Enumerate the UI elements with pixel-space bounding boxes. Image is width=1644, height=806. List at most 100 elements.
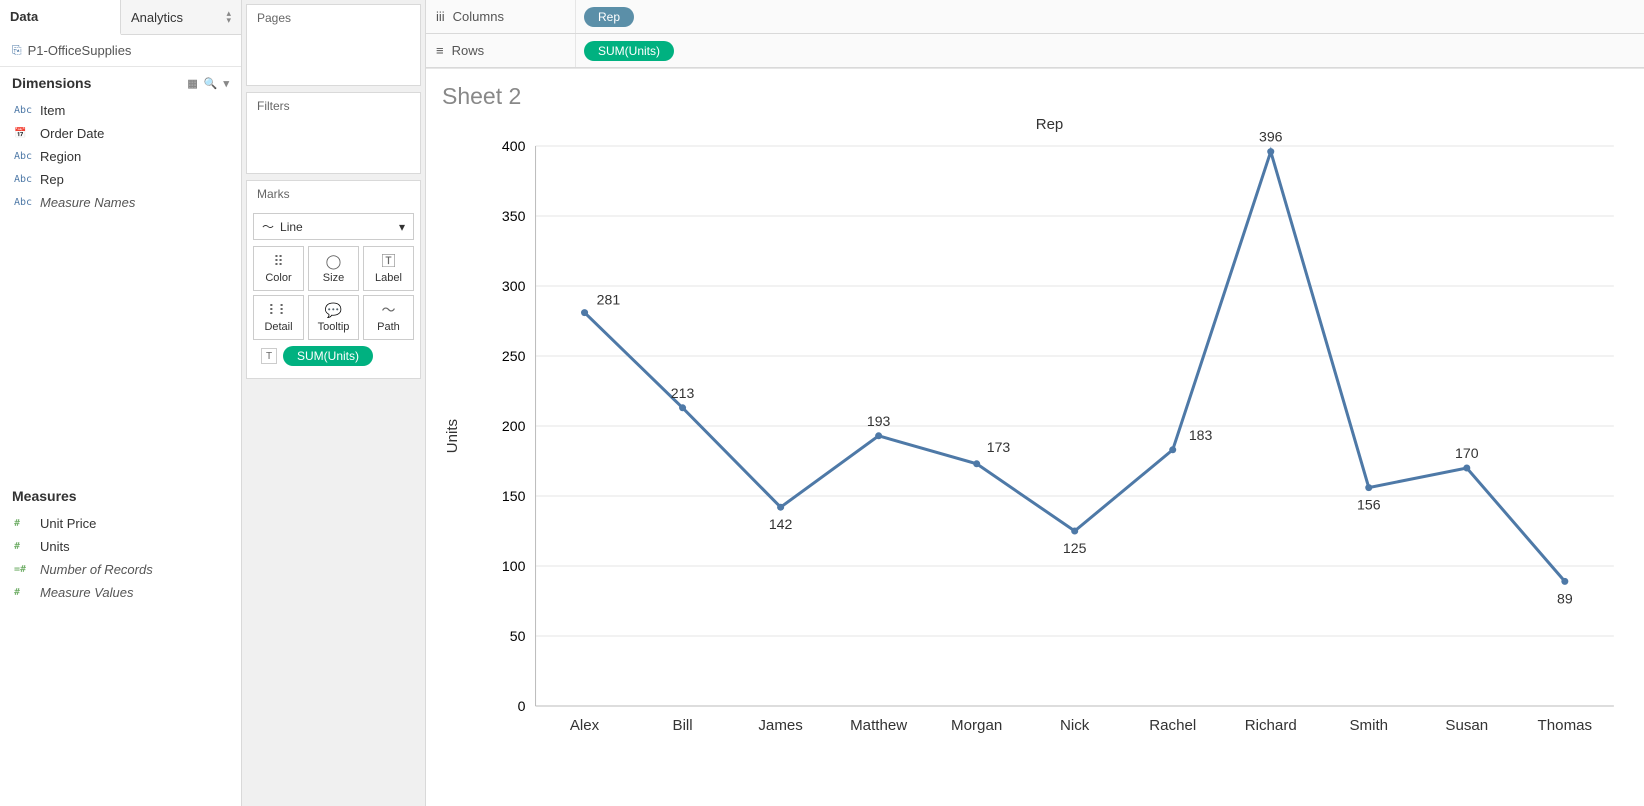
rows-shelf[interactable]: ≡ Rows SUM(Units) — [426, 34, 1644, 68]
line-icon: 〜 — [262, 218, 274, 235]
svg-text:125: 125 — [1063, 540, 1087, 556]
svg-text:Bill: Bill — [673, 717, 693, 734]
field-type-icon: =# — [14, 564, 32, 575]
svg-text:400: 400 — [502, 138, 526, 154]
rows-pill[interactable]: SUM(Units) — [584, 41, 674, 61]
label-button[interactable]: 🅃Label — [363, 246, 414, 291]
tooltip-icon: 💬 — [325, 302, 342, 318]
field-item[interactable]: Abc Measure Names — [0, 191, 241, 214]
dropdown-icon[interactable]: ▾ — [223, 77, 229, 90]
svg-text:183: 183 — [1189, 427, 1213, 443]
svg-text:Susan: Susan — [1445, 717, 1488, 734]
chevron-down-icon: ▾ — [399, 220, 405, 234]
dimensions-title: Dimensions — [12, 75, 91, 91]
main-area: iii Columns Rep ≡ Rows SUM(Units) Sheet … — [426, 0, 1644, 806]
detail-icon: ⠇⠇ — [268, 302, 289, 318]
field-type-icon: # — [14, 518, 32, 529]
svg-text:Thomas: Thomas — [1538, 717, 1593, 734]
pages-card[interactable]: Pages — [246, 4, 421, 86]
app-root: Data Analytics ▴▾ ⎘ P1-OfficeSupplies Di… — [0, 0, 1644, 806]
detail-label: Detail — [264, 321, 292, 333]
view-icon[interactable]: ▦ — [187, 77, 197, 90]
svg-text:Morgan: Morgan — [951, 717, 1002, 734]
field-item[interactable]: Abc Item — [0, 99, 241, 122]
cards-column: Pages Filters Marks 〜 Line ▾ ⠿Color ◯Siz… — [242, 0, 426, 806]
tab-data[interactable]: Data — [0, 0, 121, 35]
tooltip-button[interactable]: 💬Tooltip — [308, 295, 359, 340]
size-icon: ◯ — [326, 253, 342, 269]
marks-pill[interactable]: SUM(Units) — [283, 346, 373, 366]
field-type-icon: # — [14, 587, 32, 598]
data-pane: Data Analytics ▴▾ ⎘ P1-OfficeSupplies Di… — [0, 0, 242, 806]
mark-type-select[interactable]: 〜 Line ▾ — [253, 213, 414, 240]
field-item[interactable]: =#Number of Records — [0, 558, 241, 581]
chart-wrap: Units Rep 050100150200250300350400281Ale… — [440, 116, 1634, 756]
svg-text:89: 89 — [1557, 590, 1573, 606]
svg-text:300: 300 — [502, 278, 526, 294]
path-label: Path — [377, 321, 400, 333]
field-item[interactable]: # Units — [0, 535, 241, 558]
columns-shelf[interactable]: iii Columns Rep — [426, 0, 1644, 34]
svg-text:250: 250 — [502, 348, 526, 364]
path-button[interactable]: 〜 Path — [363, 295, 414, 340]
svg-text:281: 281 — [597, 292, 621, 308]
y-axis-label[interactable]: Units — [440, 419, 465, 453]
tab-analytics[interactable]: Analytics ▴▾ — [121, 0, 241, 34]
svg-text:396: 396 — [1259, 129, 1283, 145]
sort-icon: ▴▾ — [226, 10, 231, 24]
label-label: Label — [375, 272, 402, 284]
field-type-icon: # — [14, 541, 32, 552]
field-item[interactable]: AbcRegion — [0, 145, 241, 168]
svg-text:Richard: Richard — [1245, 717, 1297, 734]
columns-label-text: Columns — [453, 9, 504, 24]
columns-pill[interactable]: Rep — [584, 7, 634, 27]
sheet-title[interactable]: Sheet 2 — [442, 83, 1634, 110]
tab-analytics-label: Analytics — [131, 10, 183, 25]
search-icon[interactable]: 🔍 — [204, 77, 218, 90]
svg-text:Smith: Smith — [1349, 717, 1388, 734]
field-type-icon: Abc — [14, 105, 32, 116]
datasource-row[interactable]: ⎘ P1-OfficeSupplies — [0, 35, 241, 67]
field-item[interactable]: AbcRep — [0, 168, 241, 191]
svg-text:193: 193 — [867, 413, 891, 429]
svg-text:50: 50 — [510, 628, 526, 644]
field-name: Measure Names — [40, 195, 135, 210]
measures-title: Measures — [12, 488, 77, 504]
color-label: Color — [265, 272, 291, 284]
field-item[interactable]: 📅Order Date — [0, 122, 241, 145]
field-item[interactable]: #Unit Price — [0, 512, 241, 535]
line-chart[interactable]: 050100150200250300350400281Alex213Bill14… — [465, 116, 1634, 756]
rows-label-text: Rows — [452, 43, 485, 58]
svg-text:213: 213 — [671, 385, 695, 401]
path-icon: 〜 — [382, 302, 396, 318]
measures-list: #Unit Price#Units=#Number of Records#Mea… — [0, 510, 241, 606]
svg-text:Matthew: Matthew — [850, 717, 907, 734]
field-name: Units — [40, 539, 70, 554]
field-type-icon: Abc — [14, 197, 32, 208]
marks-pill-row: T SUM(Units) — [253, 340, 414, 372]
chart-inner: Rep 050100150200250300350400281Alex213Bi… — [465, 116, 1634, 756]
dimensions-header-icons: ▦ 🔍 ▾ — [187, 77, 229, 90]
mark-type-label: Line — [280, 220, 303, 234]
size-label: Size — [323, 272, 344, 284]
svg-text:173: 173 — [987, 439, 1011, 455]
svg-text:200: 200 — [502, 418, 526, 434]
size-button[interactable]: ◯ Size — [308, 246, 359, 291]
field-name: Measure Values — [40, 585, 133, 600]
field-name: Order Date — [40, 126, 104, 141]
svg-text:170: 170 — [1455, 445, 1479, 461]
label-marker-icon[interactable]: T — [261, 348, 277, 364]
field-item[interactable]: # Measure Values — [0, 581, 241, 604]
svg-text:Nick: Nick — [1060, 717, 1090, 734]
detail-button[interactable]: ⠇⠇ Detail — [253, 295, 304, 340]
columns-shelf-label: iii Columns — [426, 0, 576, 33]
field-name: Item — [40, 103, 65, 118]
color-button[interactable]: ⠿Color — [253, 246, 304, 291]
svg-text:142: 142 — [769, 516, 793, 532]
sidebar-tabs: Data Analytics ▴▾ — [0, 0, 241, 35]
svg-text:Rachel: Rachel — [1149, 717, 1196, 734]
svg-text:100: 100 — [502, 558, 526, 574]
marks-card: Marks 〜 Line ▾ ⠿Color ◯Size 🅃Label ⠇⠇Det… — [246, 180, 421, 379]
filters-card[interactable]: Filters — [246, 92, 421, 174]
field-name: Rep — [40, 172, 64, 187]
